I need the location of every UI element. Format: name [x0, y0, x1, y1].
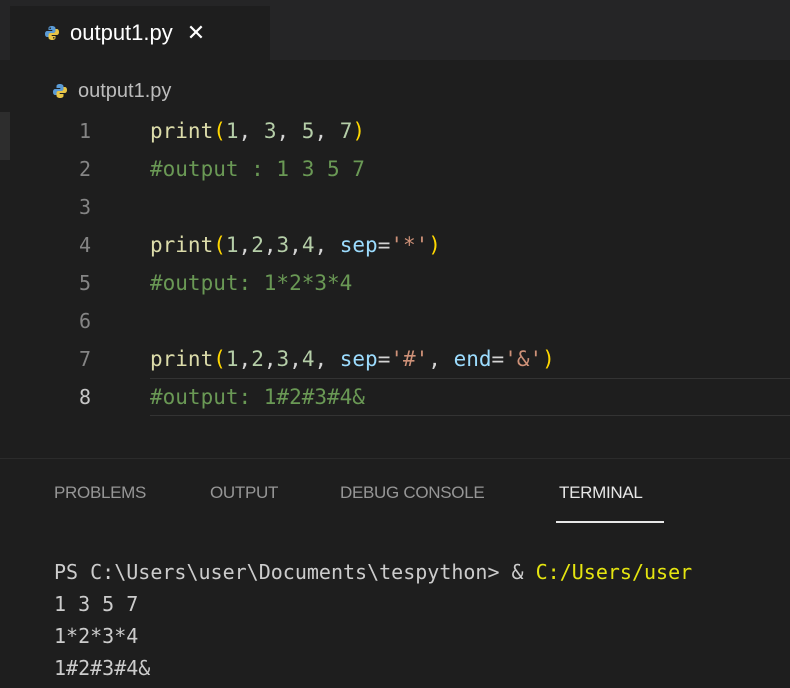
- code-line[interactable]: 8 #output: 1#2#3#4&: [0, 378, 790, 416]
- code-line[interactable]: 4 print(1,2,3,4, sep='*'): [0, 226, 790, 264]
- code-token: ,: [238, 119, 264, 143]
- code-token: ,: [238, 347, 252, 371]
- code-token: ,: [289, 347, 302, 371]
- line-number: 1: [78, 119, 92, 143]
- bottom-panel: PROBLEMS OUTPUT DEBUG CONSOLE TERMINAL P…: [0, 458, 790, 688]
- code-token: ,: [289, 233, 302, 257]
- code-token: '#': [390, 347, 429, 371]
- code-token: #output: 1*2*3*4: [150, 271, 353, 295]
- code-token: 2: [251, 233, 264, 257]
- editor-tab-bar: output1.py ✕: [0, 0, 790, 60]
- terminal-output-line: 1#2#3#4&: [54, 656, 151, 680]
- code-token: sep: [339, 347, 378, 371]
- code-text: #output: 1#2#3#4&: [150, 378, 365, 416]
- tab-terminal[interactable]: TERMINAL: [559, 483, 643, 503]
- terminal-output-line: 1 3 5 7: [54, 592, 139, 616]
- code-token: sep: [339, 233, 378, 257]
- code-token: ): [352, 119, 366, 143]
- code-token: #output : 1 3 5 7: [150, 157, 365, 181]
- line-number: 8: [78, 385, 92, 409]
- code-line[interactable]: 1 print(1, 3, 5, 7): [0, 112, 790, 150]
- close-icon[interactable]: ✕: [187, 21, 205, 46]
- code-token: 1: [225, 347, 239, 371]
- terminal-prompt: PS C:\Users\user\Documents\tespython> &: [54, 560, 536, 584]
- line-number: 6: [78, 309, 92, 333]
- terminal-command-line[interactable]: PS C:\Users\user\Documents\tespython> & …: [54, 557, 692, 587]
- code-token: 1: [225, 233, 239, 257]
- code-token: =: [491, 347, 505, 371]
- breadcrumb[interactable]: output1.py: [52, 76, 171, 106]
- code-line[interactable]: 6: [0, 302, 790, 340]
- terminal-output-line: 1*2*3*4: [54, 624, 139, 648]
- code-line[interactable]: 7 print(1,2,3,4, sep='#', end='&'): [0, 340, 790, 378]
- code-token: 2: [251, 347, 264, 371]
- line-number: 5: [78, 271, 92, 295]
- code-token: print: [150, 233, 214, 257]
- tab-output[interactable]: OUTPUT: [210, 483, 278, 503]
- code-token: (: [213, 347, 226, 371]
- code-token: ,: [428, 347, 454, 371]
- code-token: print: [150, 347, 214, 371]
- code-token: print: [150, 119, 214, 143]
- code-line[interactable]: 3: [0, 188, 790, 226]
- code-token: 7: [339, 119, 353, 143]
- code-token: ,: [263, 233, 277, 257]
- code-token: (: [213, 233, 226, 257]
- code-token: '*': [390, 233, 429, 257]
- tab-output1-py[interactable]: output1.py ✕: [10, 6, 270, 60]
- code-text: print(1, 3, 5, 7): [150, 112, 365, 150]
- code-token: 3: [276, 233, 290, 257]
- code-token: #output: 1#2#3#4&: [150, 385, 365, 409]
- line-number: 3: [78, 195, 92, 219]
- tab-label: output1.py: [70, 20, 173, 45]
- line-number: 7: [78, 347, 92, 371]
- code-token: ,: [314, 233, 340, 257]
- code-token: ): [428, 233, 441, 257]
- code-token: ,: [314, 347, 340, 371]
- tab-debug-console[interactable]: DEBUG CONSOLE: [340, 483, 485, 503]
- code-token: (: [213, 119, 226, 143]
- active-tab-indicator: [556, 521, 664, 523]
- code-token: ,: [314, 119, 340, 143]
- code-line[interactable]: 2 #output : 1 3 5 7: [0, 150, 790, 188]
- code-editor[interactable]: 1 print(1, 3, 5, 7) 2 #output : 1 3 5 7 3 4 pr…: [0, 112, 790, 442]
- code-text: print(1,2,3,4, sep='#', end='&'): [150, 340, 555, 378]
- code-token: =: [377, 347, 391, 371]
- python-icon: [53, 84, 67, 98]
- code-token: =: [377, 233, 391, 257]
- code-text: #output : 1 3 5 7: [150, 150, 365, 188]
- code-token: 1: [225, 119, 239, 143]
- tab-problems[interactable]: PROBLEMS: [54, 483, 146, 503]
- line-number: 2: [78, 157, 92, 181]
- code-token: 3: [263, 119, 277, 143]
- line-number: 4: [78, 233, 92, 257]
- code-token: '&': [504, 347, 543, 371]
- code-token: 3: [276, 347, 290, 371]
- code-token: ): [542, 347, 555, 371]
- code-token: ,: [238, 233, 252, 257]
- code-token: ,: [276, 119, 302, 143]
- code-token: 4: [301, 233, 315, 257]
- breadcrumb-file-label: output1.py: [78, 79, 172, 102]
- code-text: print(1,2,3,4, sep='*'): [150, 226, 441, 264]
- code-token: end: [453, 347, 492, 371]
- code-token: 4: [301, 347, 315, 371]
- python-icon: [45, 26, 59, 40]
- code-token: 5: [301, 119, 315, 143]
- code-line[interactable]: 5 #output: 1*2*3*4: [0, 264, 790, 302]
- terminal-command-path: C:/Users/user: [535, 560, 693, 584]
- code-text: #output: 1*2*3*4: [150, 264, 352, 302]
- code-token: ,: [263, 347, 277, 371]
